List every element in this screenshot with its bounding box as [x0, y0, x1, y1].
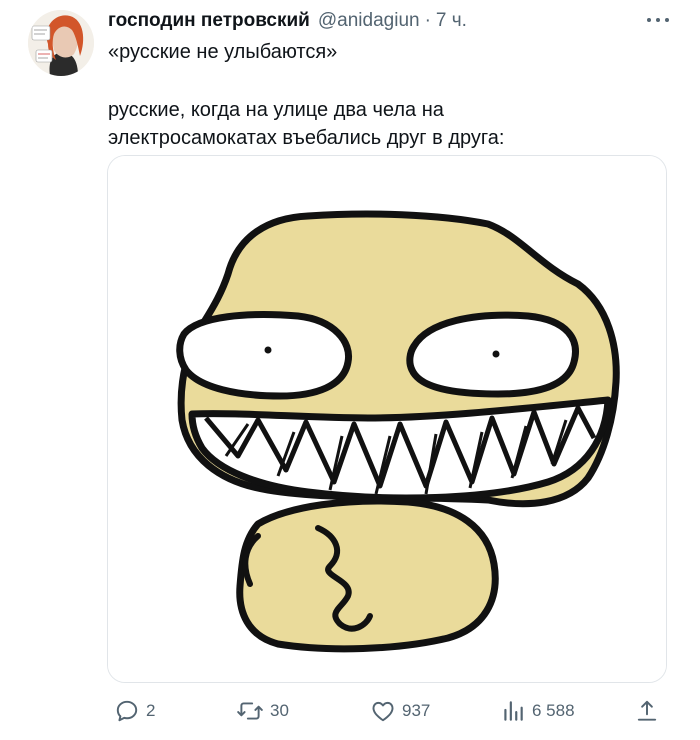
timestamp[interactable]: 7 ч.	[436, 10, 467, 32]
grinning-face-drawing	[108, 156, 666, 682]
retweet-icon	[237, 702, 263, 720]
retweet-button[interactable]: 30	[236, 696, 289, 726]
left-eye	[176, 311, 353, 400]
reply-count: 2	[146, 701, 156, 720]
views-button[interactable]: 6 588	[500, 696, 575, 726]
right-pupil	[492, 350, 500, 358]
tweet-text-line: «русские не улыбаются»	[108, 41, 338, 63]
user-handle[interactable]: @anidagiun	[318, 10, 420, 32]
like-button[interactable]: 937	[370, 696, 430, 726]
separator-dot: ·	[424, 10, 431, 31]
reply-icon	[116, 700, 138, 722]
avatar-image	[28, 10, 94, 76]
views-icon	[504, 701, 523, 721]
avatar[interactable]	[28, 10, 94, 76]
more-icon[interactable]	[644, 12, 672, 28]
tweet-text-line: русские, когда на улице два чела на	[108, 99, 444, 121]
tweet-header: господин петровский @anidagiun · 7 ч.	[108, 10, 660, 36]
media-image[interactable]	[107, 155, 667, 683]
heart-icon	[372, 701, 394, 722]
share-icon	[637, 700, 657, 721]
action-bar: 2 30 937 6 588	[108, 696, 668, 726]
reply-button[interactable]: 2	[114, 696, 155, 726]
tweet-text-line: электросамокатах въебались друг в друга:	[108, 127, 505, 149]
body	[236, 497, 499, 653]
display-name[interactable]: господин петровский	[108, 10, 310, 32]
tweet: господин петровский @anidagiun · 7 ч. «р…	[0, 0, 700, 740]
share-button[interactable]	[634, 696, 666, 726]
views-count: 6 588	[532, 701, 575, 720]
like-count: 937	[402, 701, 431, 720]
retweet-count: 30	[270, 701, 289, 720]
left-pupil	[264, 346, 272, 354]
